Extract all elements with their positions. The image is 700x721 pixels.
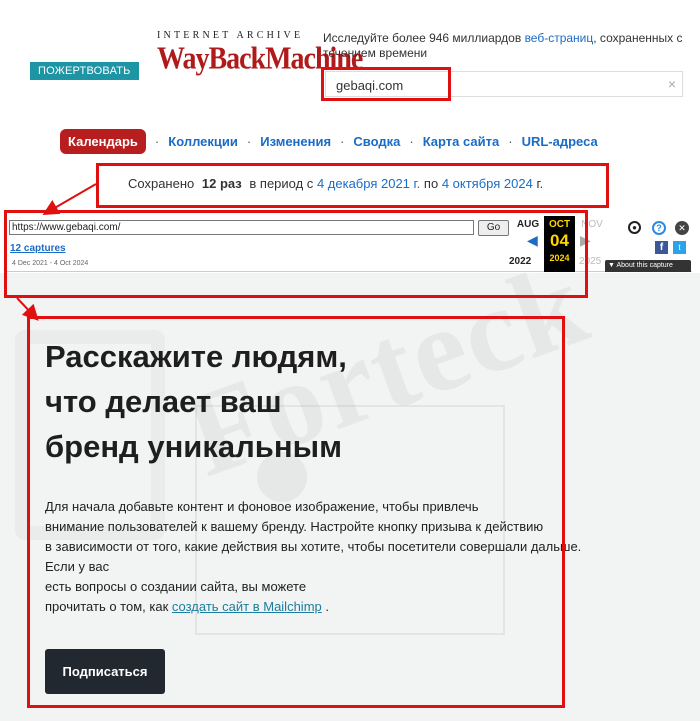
arrow-to-toolbar: [42, 183, 97, 216]
arrow-to-content: [16, 297, 39, 321]
page: ПОЖЕРТВОВАТЬ INTERNET ARCHIVE WayBackMac…: [0, 0, 700, 721]
annotation-arrows: [16, 183, 97, 321]
